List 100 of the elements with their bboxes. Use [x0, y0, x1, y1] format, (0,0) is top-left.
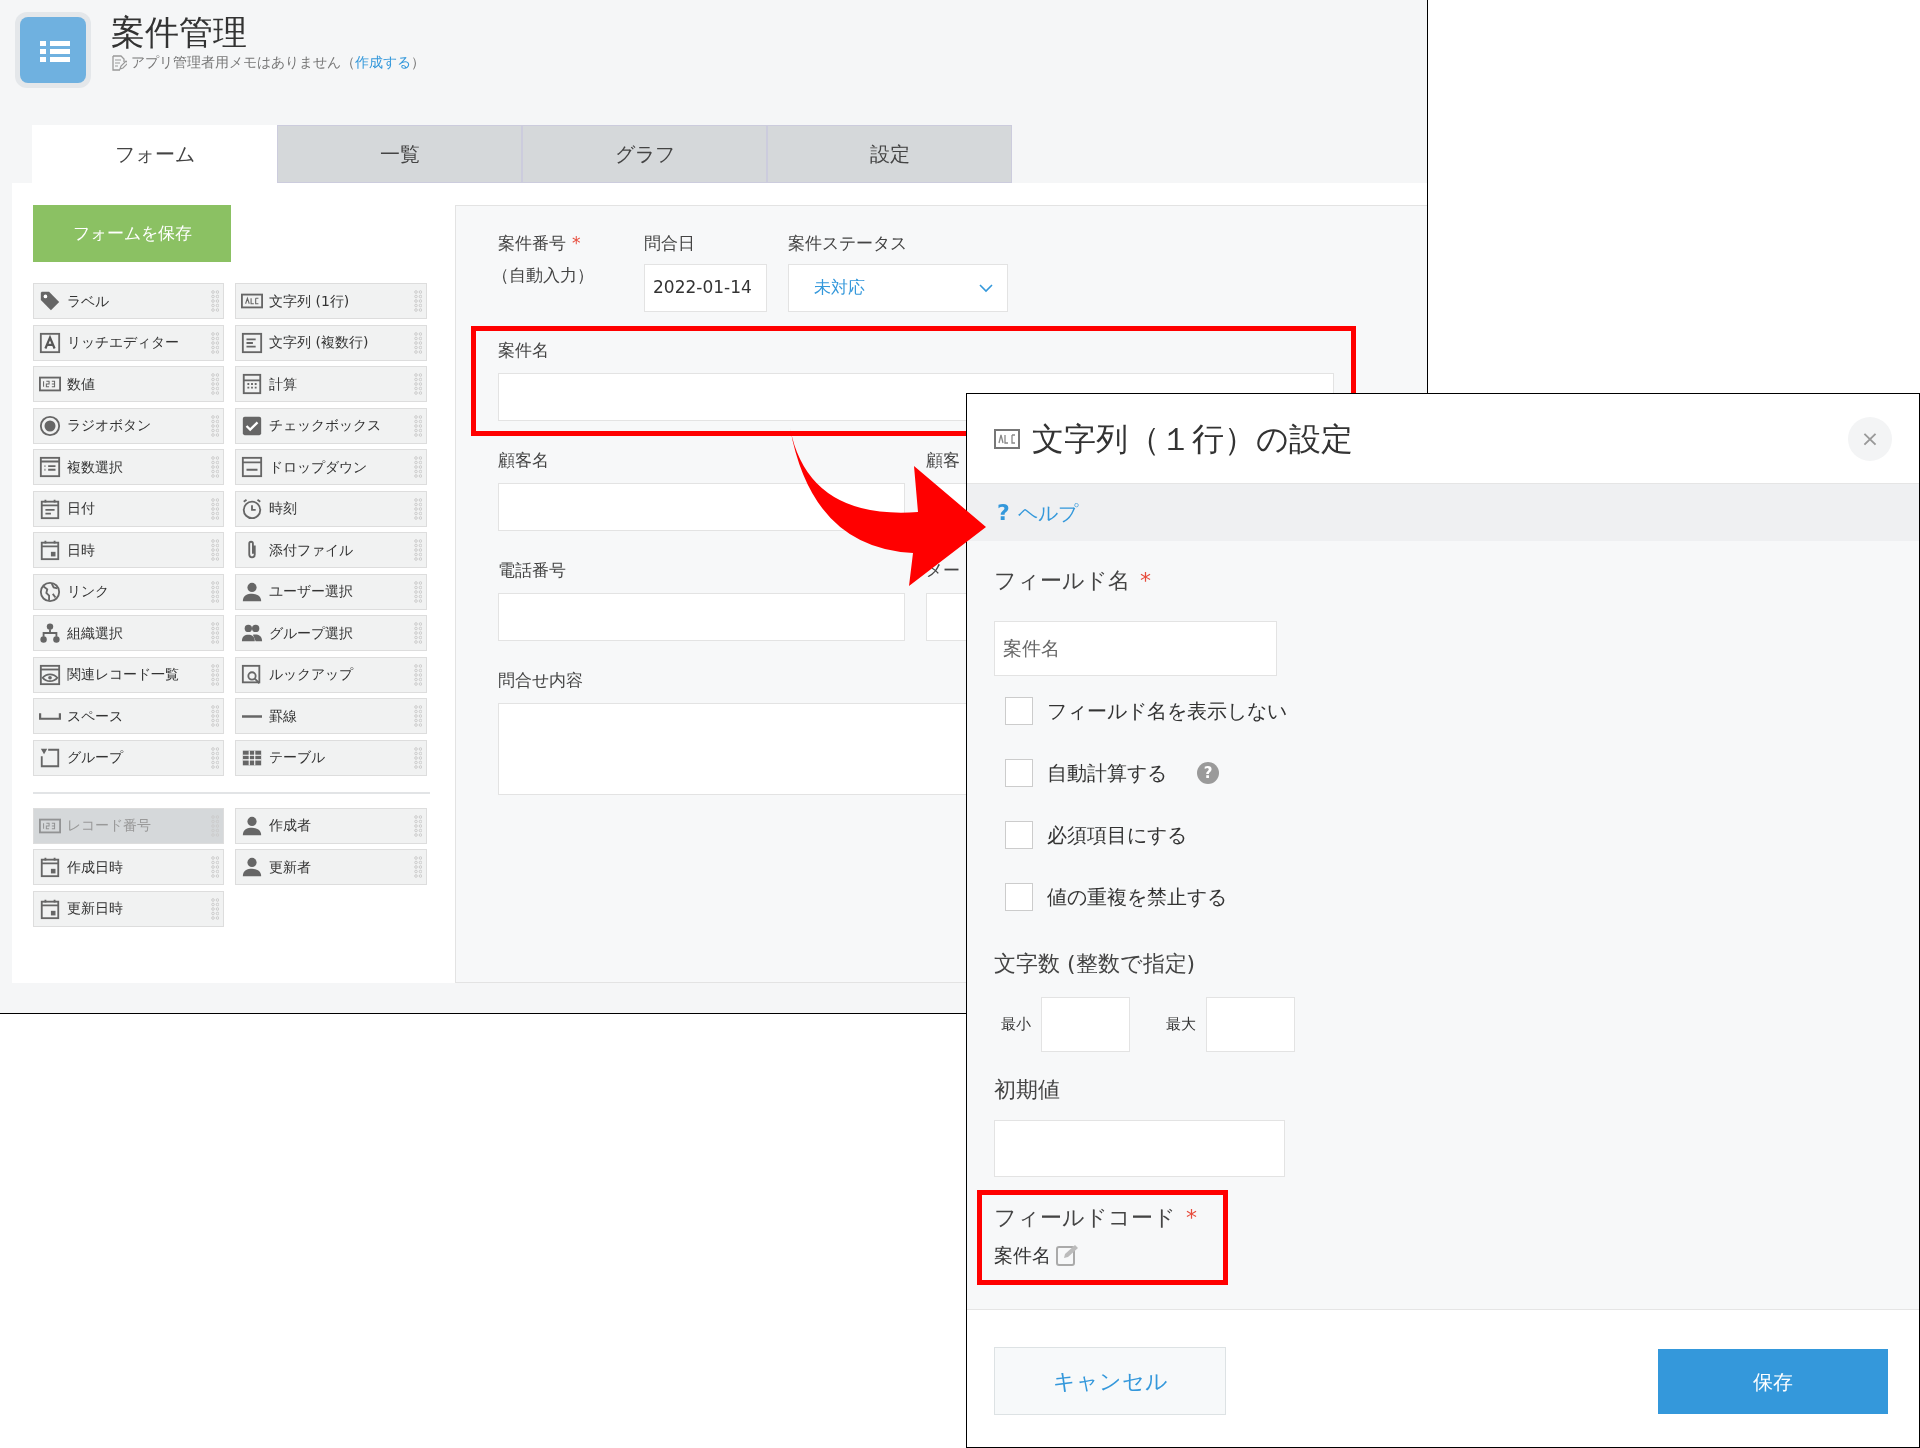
person-icon — [241, 856, 263, 878]
drag-handle-icon — [414, 814, 422, 837]
checkbox[interactable] — [1005, 821, 1033, 849]
field-palette-item[interactable]: ラベル — [33, 283, 224, 319]
checkbox-icon — [241, 414, 263, 437]
field-palette-item[interactable]: ドロップダウン — [235, 449, 427, 485]
checkbox[interactable] — [1005, 697, 1033, 725]
checkbox[interactable] — [1005, 759, 1033, 787]
field-palette-item[interactable]: 更新日時 — [33, 890, 224, 927]
field-palette-item[interactable]: 関連レコード一覧 — [33, 656, 224, 693]
length-label: 最小 — [1001, 1014, 1031, 1036]
date-field[interactable]: 2022-01-14 — [644, 264, 767, 312]
checkbox[interactable] — [1005, 883, 1033, 911]
field-code-value: 案件名 — [994, 1243, 1051, 1268]
drag-handle-icon — [211, 456, 219, 478]
field-palette-item[interactable]: 時刻 — [235, 490, 427, 527]
field-palette-item[interactable]: 複数選択 — [33, 449, 224, 485]
field-palette-item[interactable]: 更新者 — [235, 849, 427, 885]
field-palette-item[interactable]: 文字列 (複数行) — [235, 324, 427, 361]
radio-icon — [39, 414, 61, 437]
checkbox-label: 値の重複を禁止する — [1047, 884, 1227, 911]
org-chart-icon — [39, 622, 61, 644]
drag-handle-icon — [211, 373, 219, 395]
drag-handle-icon — [414, 663, 422, 686]
tab[interactable]: フォーム — [32, 125, 277, 183]
text-field-icon — [994, 428, 1020, 449]
form-label: フィールドコード — [994, 1204, 1176, 1232]
drag-handle-icon — [211, 897, 219, 920]
drag-handle-icon — [211, 663, 219, 686]
tab[interactable]: グラフ — [522, 125, 767, 183]
field-label: メー — [926, 559, 960, 581]
field-palette-item[interactable]: 日時 — [33, 532, 224, 568]
field-palette-item[interactable]: グループ — [33, 739, 224, 776]
rich-text-icon — [39, 331, 61, 354]
calculator-icon — [241, 373, 263, 395]
field-palette-item[interactable]: グループ選択 — [235, 615, 427, 651]
field-palette-item[interactable]: 罫線 — [235, 698, 427, 734]
length-label: 最大 — [1166, 1014, 1196, 1036]
drag-handle-icon — [211, 622, 219, 644]
form-label: 文字数 (整数で指定) — [994, 950, 1196, 978]
form-label: 初期値 — [994, 1076, 1060, 1104]
dropdown-icon — [241, 456, 263, 478]
calendar-icon — [39, 497, 61, 520]
drag-handle-icon — [414, 705, 422, 727]
memo-text: アプリ管理者用メモはありません（作成する） — [131, 53, 425, 72]
field-palette-item[interactable]: スペース — [33, 698, 224, 734]
drag-handle-icon — [211, 746, 219, 769]
tab[interactable]: 一覧 — [277, 125, 522, 183]
auto-input-note: （自動入力） — [492, 264, 595, 286]
field-palette-item[interactable]: 添付ファイル — [235, 532, 427, 568]
line-icon — [241, 714, 263, 718]
drag-handle-icon — [414, 622, 422, 644]
calendar-icon — [39, 897, 61, 920]
required-mark: * — [1140, 567, 1151, 595]
field-palette-item[interactable]: 作成日時 — [33, 849, 224, 885]
field-palette-item[interactable]: 計算 — [235, 366, 427, 402]
field-palette-item[interactable]: 数値 — [33, 366, 224, 402]
field-palette-item[interactable]: 組織選択 — [33, 615, 224, 651]
field-palette-item[interactable]: ラジオボタン — [33, 407, 224, 444]
min-length-input[interactable] — [1041, 997, 1130, 1052]
drag-handle-icon — [414, 746, 422, 769]
people-icon — [241, 622, 263, 644]
memo-edit-icon — [111, 54, 127, 71]
app-title: 案件管理 — [111, 12, 248, 52]
person-icon — [241, 814, 263, 837]
tab[interactable]: 設定 — [767, 125, 1012, 183]
checkbox-label: 自動計算する — [1047, 760, 1167, 787]
text-field[interactable] — [498, 593, 905, 641]
checkbox-label: フィールド名を表示しない — [1047, 698, 1287, 725]
document-eye-icon — [39, 663, 61, 686]
list-icon — [39, 456, 61, 478]
field-label: 顧客 — [926, 449, 960, 471]
field-palette-item[interactable]: ルックアップ — [235, 656, 427, 693]
magnifier-icon — [241, 663, 263, 686]
max-length-input[interactable] — [1206, 997, 1295, 1052]
drag-handle-icon — [414, 414, 422, 437]
drag-handle-icon — [414, 331, 422, 354]
field-label: 顧客名 — [498, 449, 549, 471]
field-label: 案件名 — [498, 339, 549, 361]
field-label: 問合せ内容 — [498, 669, 583, 691]
field-palette-item[interactable]: リッチエディター — [33, 324, 224, 361]
text-field[interactable] — [498, 483, 905, 531]
edit-icon[interactable] — [1055, 1243, 1079, 1268]
field-label: 電話番号 — [498, 559, 566, 581]
field-palette-item[interactable]: 文字列 (1行) — [235, 283, 427, 319]
field-palette-item[interactable]: 日付 — [33, 490, 224, 527]
field-palette-item[interactable]: リンク — [33, 573, 224, 610]
field-palette-item[interactable]: ユーザー選択 — [235, 573, 427, 610]
text-area-icon — [241, 331, 263, 354]
field-name-input[interactable]: 案件名 — [994, 621, 1277, 676]
tag-icon — [39, 290, 61, 312]
list-app-icon — [20, 17, 86, 83]
drag-handle-icon — [211, 290, 219, 312]
drag-handle-icon — [414, 290, 422, 312]
field-palette-item[interactable]: テーブル — [235, 739, 427, 776]
field-palette-item[interactable]: チェックボックス — [235, 407, 427, 444]
drag-handle-icon — [414, 373, 422, 395]
field-palette-item[interactable]: 作成者 — [235, 807, 427, 844]
calendar-icon — [39, 856, 61, 878]
default-value-input[interactable] — [994, 1120, 1285, 1177]
